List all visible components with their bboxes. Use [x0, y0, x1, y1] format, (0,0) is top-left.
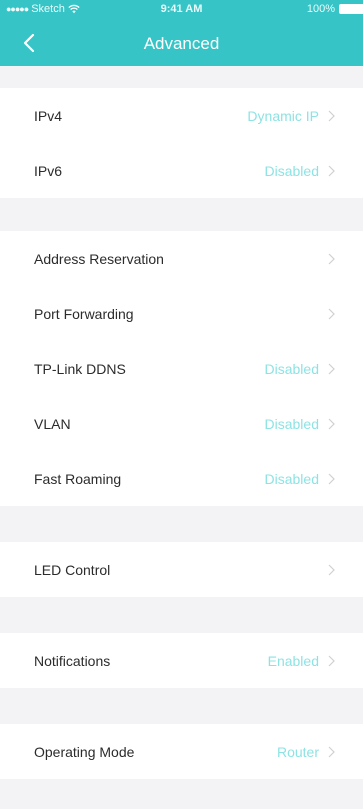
battery-icon	[339, 4, 363, 14]
header: ●●●●● Sketch 9:41 AM 100% Advanced	[0, 0, 363, 66]
chevron-right-icon	[328, 165, 335, 176]
chevron-right-icon	[328, 308, 335, 319]
battery-percent: 100%	[306, 3, 335, 15]
row-led-control[interactable]: LED Control	[0, 542, 363, 597]
settings-group-notifications: Notifications Enabled	[0, 633, 363, 688]
settings-group-led: LED Control	[0, 542, 363, 597]
row-label: Fast Roaming	[34, 470, 122, 487]
chevron-right-icon	[328, 655, 335, 666]
status-right: 100%	[307, 3, 363, 15]
row-label: Operating Mode	[34, 743, 135, 760]
row-label: Address Reservation	[34, 250, 164, 267]
row-value: Disabled	[264, 470, 319, 487]
section-gap	[0, 66, 363, 88]
row-label: Notifications	[34, 652, 111, 669]
row-value: Dynamic IP	[247, 107, 319, 124]
settings-group-ip: IPv4 Dynamic IP IPv6 Disabled	[0, 88, 363, 198]
row-value: Disabled	[264, 360, 319, 377]
row-ipv4[interactable]: IPv4 Dynamic IP	[0, 88, 363, 143]
row-fast-roaming[interactable]: Fast Roaming Disabled	[0, 451, 363, 506]
row-vlan[interactable]: VLAN Disabled	[0, 396, 363, 451]
row-label: TP-Link DDNS	[34, 360, 126, 377]
chevron-right-icon	[328, 746, 335, 757]
chevron-right-icon	[328, 418, 335, 429]
status-bar: ●●●●● Sketch 9:41 AM 100%	[0, 0, 363, 20]
row-label: Port Forwarding	[34, 305, 134, 322]
settings-group-mode: Operating Mode Router	[0, 724, 363, 779]
chevron-right-icon	[328, 564, 335, 575]
row-value: Enabled	[267, 652, 319, 669]
row-label: IPv4	[34, 107, 63, 124]
section-gap	[0, 597, 363, 633]
settings-group-network: Address Reservation Port Forwarding TP-L…	[0, 231, 363, 506]
section-gap	[0, 688, 363, 724]
row-value: Disabled	[264, 415, 319, 432]
back-icon[interactable]	[22, 32, 36, 54]
row-tp-link-ddns[interactable]: TP-Link DDNS Disabled	[0, 341, 363, 396]
chevron-right-icon	[328, 110, 335, 121]
row-port-forwarding[interactable]: Port Forwarding	[0, 286, 363, 341]
chevron-right-icon	[328, 473, 335, 484]
row-notifications[interactable]: Notifications Enabled	[0, 633, 363, 688]
section-gap	[0, 506, 363, 542]
row-label: LED Control	[34, 561, 111, 578]
page-title: Advanced	[143, 34, 220, 53]
row-address-reservation[interactable]: Address Reservation	[0, 231, 363, 286]
nav-bar: Advanced	[0, 20, 363, 66]
row-label: VLAN	[34, 415, 71, 432]
row-value: Disabled	[264, 162, 319, 179]
chevron-right-icon	[328, 363, 335, 374]
row-ipv6[interactable]: IPv6 Disabled	[0, 143, 363, 198]
chevron-right-icon	[328, 253, 335, 264]
section-gap	[0, 198, 363, 231]
row-value: Router	[276, 743, 319, 760]
row-label: IPv6	[34, 162, 63, 179]
row-operating-mode[interactable]: Operating Mode Router	[0, 724, 363, 779]
